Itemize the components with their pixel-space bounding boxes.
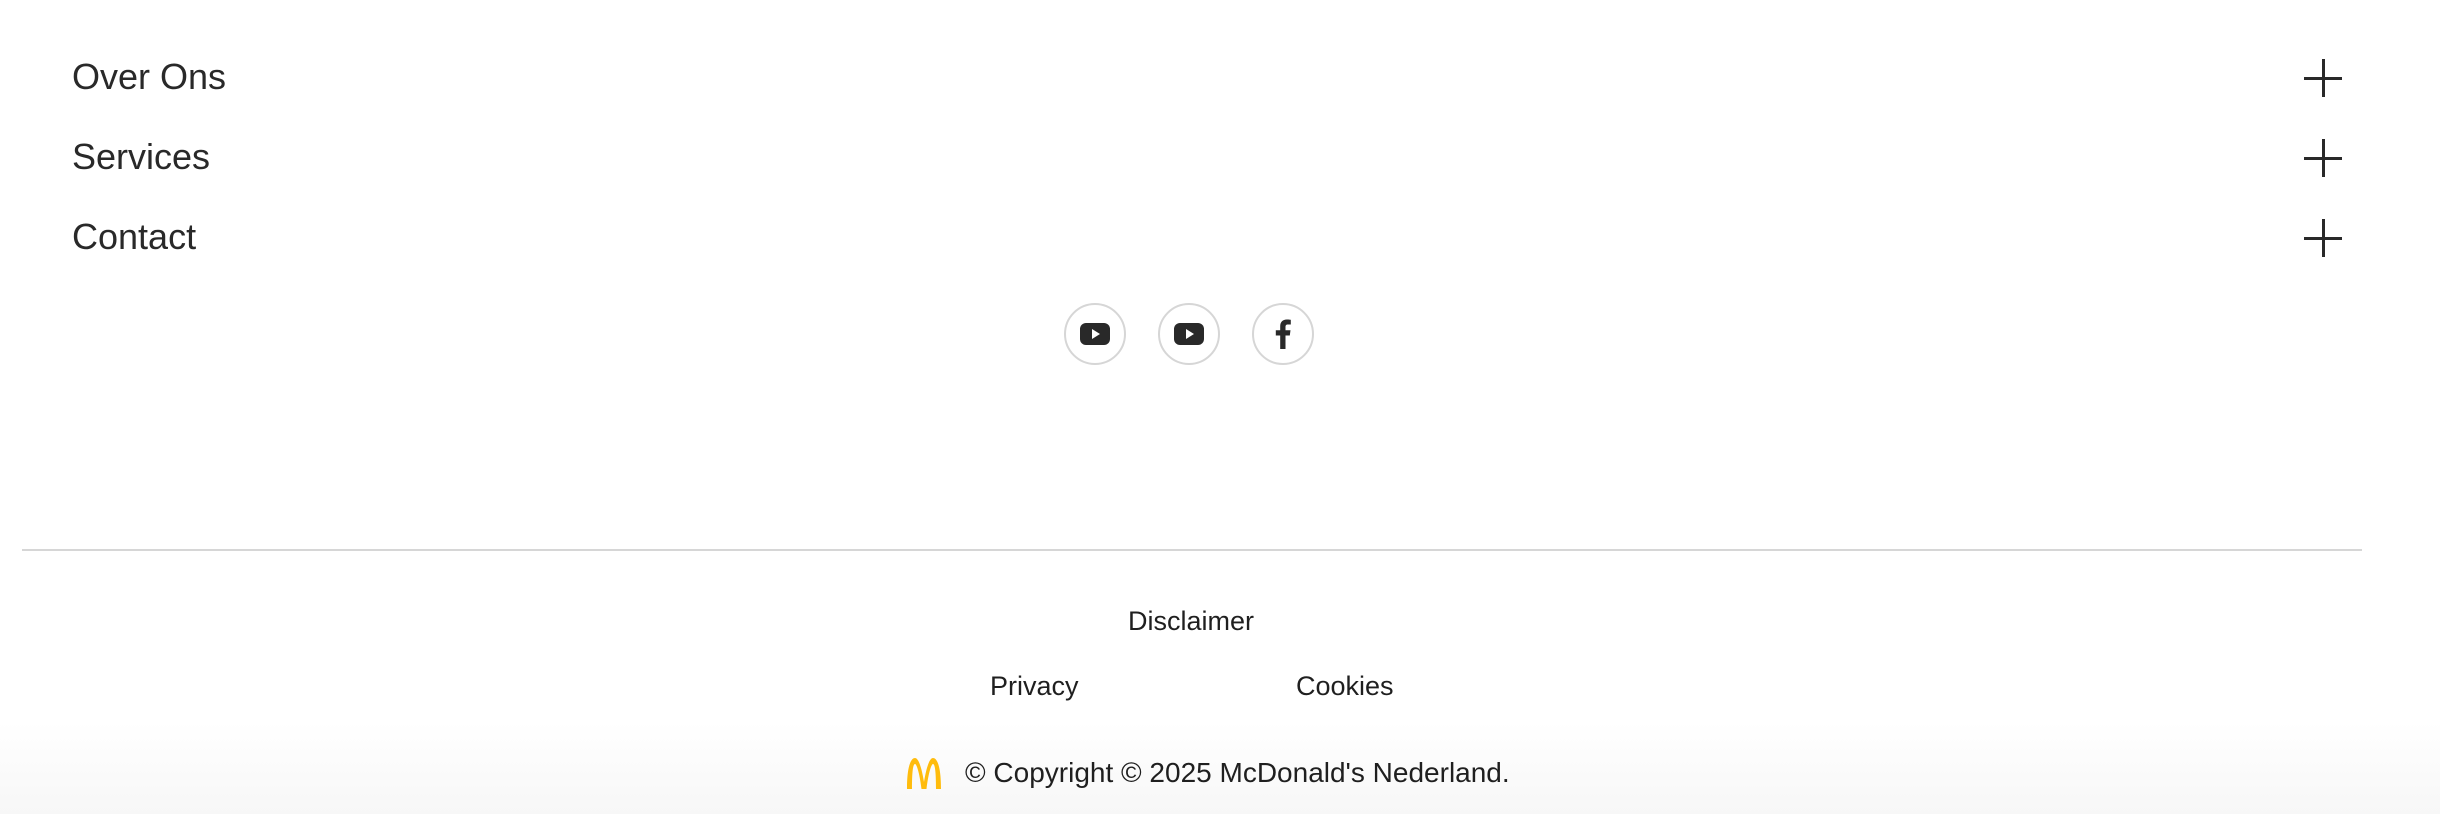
privacy-link[interactable]: Privacy xyxy=(990,671,1079,702)
cookies-link[interactable]: Cookies xyxy=(1296,671,1394,702)
plus-icon[interactable] xyxy=(2304,139,2342,177)
accordion-label: Services xyxy=(72,136,211,177)
disclaimer-link[interactable]: Disclaimer xyxy=(1128,606,1254,637)
facebook-link[interactable] xyxy=(1252,303,1314,365)
accordion-label: Contact xyxy=(72,216,197,257)
accordion-item-over-ons[interactable]: Over Ons xyxy=(72,40,2342,120)
footer-page: Over Ons Services Contact Disclaimer Pri… xyxy=(0,0,2440,814)
plus-icon[interactable] xyxy=(2304,219,2342,257)
accordion-item-services[interactable]: Services xyxy=(72,120,2342,200)
plus-icon[interactable] xyxy=(2304,59,2342,97)
copyright-row: © Copyright © 2025 McDonald's Nederland. xyxy=(905,756,1510,790)
youtube-icon xyxy=(1080,323,1110,345)
accordion-item-contact[interactable]: Contact xyxy=(72,200,2342,280)
accordion-label: Over Ons xyxy=(72,56,227,97)
social-links xyxy=(1064,303,1314,365)
facebook-icon xyxy=(1275,319,1291,349)
youtube-link[interactable] xyxy=(1158,303,1220,365)
youtube-icon xyxy=(1174,323,1204,345)
youtube-link[interactable] xyxy=(1064,303,1126,365)
footer-divider xyxy=(22,549,2362,551)
mcdonalds-logo-icon xyxy=(907,758,941,789)
footer-accordion: Over Ons Services Contact xyxy=(72,40,2342,280)
copyright-text: © Copyright © 2025 McDonald's Nederland. xyxy=(965,757,1510,788)
